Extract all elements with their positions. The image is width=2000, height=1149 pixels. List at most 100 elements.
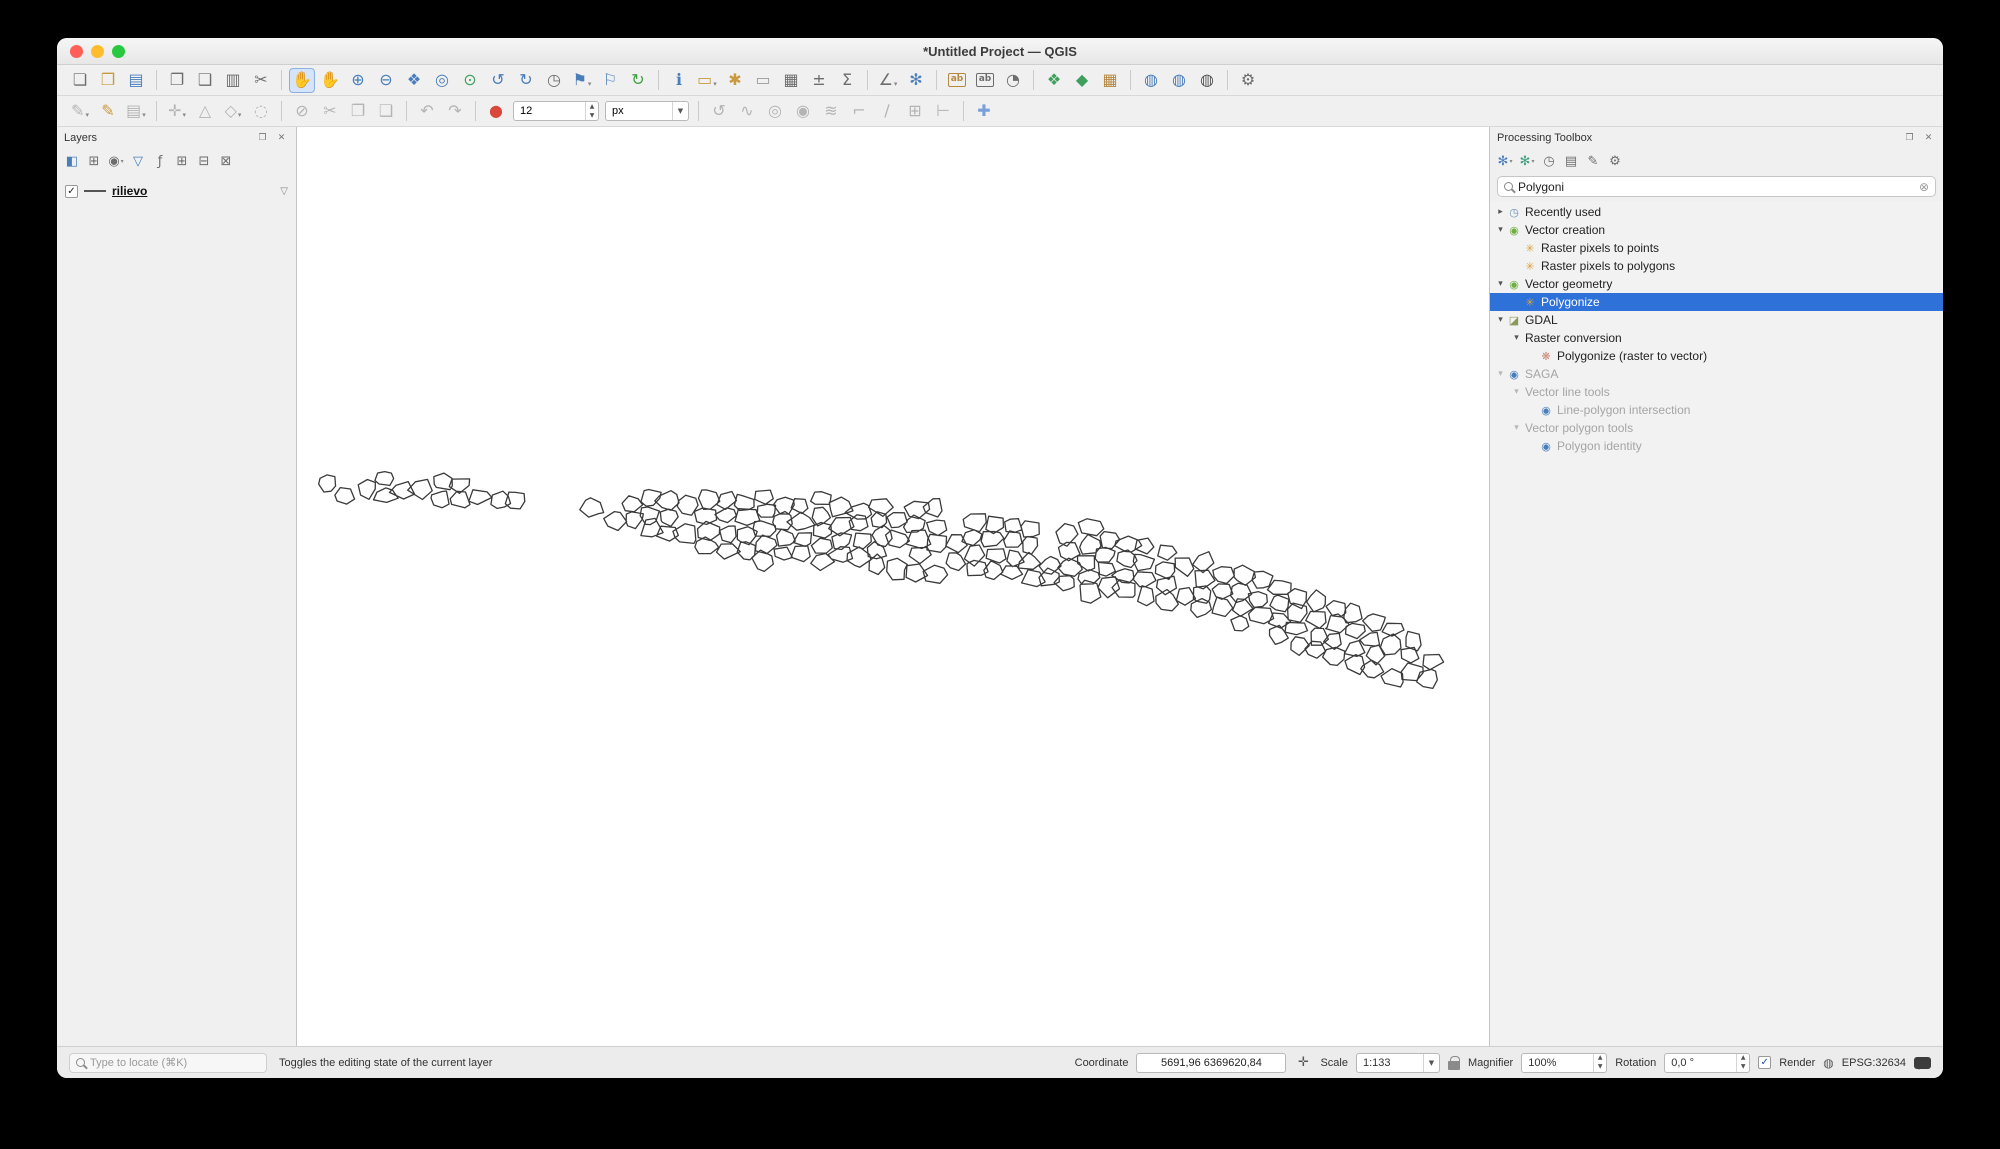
expander-down-icon[interactable]: ▾ <box>1495 279 1506 289</box>
add-polygon-feature[interactable]: △ <box>192 99 218 124</box>
offset-curve[interactable]: ≋ <box>818 99 844 124</box>
digitize-with-segment[interactable]: ✛▾ <box>164 99 190 124</box>
zoom-in[interactable]: ⊕ <box>345 68 371 93</box>
expander-down-icon[interactable]: ▾ <box>1495 225 1506 235</box>
tree-item-vector-geometry[interactable]: ▾◉Vector geometry <box>1490 275 1943 293</box>
expander-down-icon[interactable]: ▾ <box>1495 315 1506 325</box>
layer-filter-indicator-icon[interactable]: ▽ <box>280 186 288 197</box>
messages-bubble-icon[interactable] <box>1914 1057 1931 1069</box>
marker-color[interactable]: ● <box>483 99 509 124</box>
refresh-map[interactable]: ↻ <box>625 68 651 93</box>
save-project[interactable]: ▤ <box>123 68 149 93</box>
zoom-out[interactable]: ⊖ <box>373 68 399 93</box>
render-checkbox[interactable]: ✓ <box>1758 1056 1771 1069</box>
layer-name[interactable]: rilievo <box>112 184 147 198</box>
marker-unit[interactable]: px▼ <box>605 101 689 121</box>
save-layer-edits[interactable]: ▤▾ <box>123 99 149 124</box>
split-features[interactable]: ∕ <box>874 99 900 124</box>
identify-features[interactable]: ℹ <box>666 68 692 93</box>
tree-item-vector-line-tools[interactable]: ▾Vector line tools <box>1490 383 1943 401</box>
layer-row-rilievo[interactable]: ✓ rilievo ▽ <box>61 181 292 201</box>
open-project[interactable]: ❒ <box>95 68 121 93</box>
clear-search-icon[interactable]: ⊗ <box>1919 180 1929 194</box>
tree-item-raster-pixels-to-polygons[interactable]: ✳Raster pixels to polygons <box>1490 257 1943 275</box>
collapse-all[interactable]: ⊟ <box>194 151 214 171</box>
coordinate-field[interactable] <box>1136 1053 1286 1073</box>
manage-map-themes[interactable]: ◉▾ <box>106 151 126 171</box>
new-bookmark[interactable]: ⚑▾ <box>569 68 595 93</box>
trim-extend[interactable]: ⊢ <box>930 99 956 124</box>
tree-item-polygon-identity[interactable]: ◉Polygon identity <box>1490 437 1943 455</box>
zoom-next[interactable]: ↻ <box>513 68 539 93</box>
results-viewer[interactable]: ▤ <box>1561 151 1581 171</box>
minimize-window-button[interactable] <box>91 45 104 58</box>
web-services[interactable]: ◍ <box>1166 68 1192 93</box>
add-ring[interactable]: ◎ <box>762 99 788 124</box>
simplify-feature[interactable]: ∿ <box>734 99 760 124</box>
measure[interactable]: ∠▾ <box>875 68 901 93</box>
new-project[interactable]: ❏ <box>67 68 93 93</box>
processing-panel-close-button[interactable]: ✕ <box>1921 131 1936 146</box>
tree-item-recently-used[interactable]: ▸◷Recently used <box>1490 203 1943 221</box>
cut-features[interactable]: ✂ <box>317 99 343 124</box>
stepper-down-icon[interactable]: ▼ <box>586 111 598 120</box>
advanced-digitizing-panel[interactable]: ✚ <box>971 99 997 124</box>
rotate-feature[interactable]: ↺ <box>706 99 732 124</box>
undo[interactable]: ↶ <box>414 99 440 124</box>
processing-search-input[interactable]: Polygoni ⊗ <box>1497 176 1936 197</box>
vertex-tool[interactable]: ◇▾ <box>220 99 246 124</box>
layer-labeling[interactable]: ab <box>944 68 970 93</box>
marker-unit-dropdown-arrow-icon[interactable]: ▼ <box>672 102 688 120</box>
toggle-editing[interactable]: ✎ <box>95 99 121 124</box>
plugins[interactable]: ⚙ <box>1235 68 1261 93</box>
copy-features[interactable]: ❐ <box>345 99 371 124</box>
locate-search-field[interactable] <box>69 1053 267 1073</box>
merge-features[interactable]: ⊞ <box>902 99 928 124</box>
tree-item-saga[interactable]: ▾◉SAGA <box>1490 365 1943 383</box>
tree-item-vector-creation[interactable]: ▾◉Vector creation <box>1490 221 1943 239</box>
tree-item-polygonize-raster-to-vector[interactable]: ❋Polygonize (raster to vector) <box>1490 347 1943 365</box>
expander-right-icon[interactable]: ▸ <box>1495 207 1506 217</box>
tree-item-vector-polygon-tools[interactable]: ▾Vector polygon tools <box>1490 419 1943 437</box>
new-geopackage-layer[interactable]: ◆ <box>1069 68 1095 93</box>
remove-layer[interactable]: ⊠ <box>216 151 236 171</box>
magnifier-spinbox[interactable]: 100% ▲ ▼ <box>1521 1053 1607 1073</box>
edit-features-in-place[interactable]: ✎ <box>1583 151 1603 171</box>
current-edits[interactable]: ✎▾ <box>67 99 93 124</box>
layer-visibility-checkbox[interactable]: ✓ <box>65 185 78 198</box>
metasearch[interactable]: ◍ <box>1138 68 1164 93</box>
select-features[interactable]: ▭▾ <box>694 68 720 93</box>
zoom-to-selection[interactable]: ◎ <box>429 68 455 93</box>
expand-all[interactable]: ⊞ <box>172 151 192 171</box>
style-manager[interactable]: ✂ <box>248 68 274 93</box>
layout-manager[interactable]: ▥ <box>220 68 246 93</box>
tree-item-polygonize[interactable]: ✳Polygonize <box>1490 293 1943 311</box>
layer-diagram[interactable]: ab <box>972 68 998 93</box>
layers-panel-close-button[interactable]: ✕ <box>274 131 289 146</box>
expander-down-icon[interactable]: ▾ <box>1495 369 1506 379</box>
history[interactable]: ◷ <box>1539 151 1559 171</box>
redo[interactable]: ↷ <box>442 99 468 124</box>
pan-to-selection[interactable]: ✋ <box>317 68 343 93</box>
tree-item-raster-conversion[interactable]: ▾Raster conversion <box>1490 329 1943 347</box>
options[interactable]: ⚙ <box>1605 151 1625 171</box>
pan-map[interactable]: ✋ <box>289 68 315 93</box>
paste-features[interactable]: ❑ <box>373 99 399 124</box>
expander-down-icon[interactable]: ▾ <box>1511 423 1522 433</box>
expander-down-icon[interactable]: ▾ <box>1511 333 1522 343</box>
fill-ring[interactable]: ◉ <box>790 99 816 124</box>
scripts-menu[interactable]: ✻▾ <box>1517 151 1537 171</box>
rotation-steppers[interactable]: ▲ ▼ <box>1736 1054 1749 1072</box>
locate-input[interactable] <box>90 1057 260 1069</box>
delete-selected[interactable]: ⊘ <box>289 99 315 124</box>
zoom-last[interactable]: ↺ <box>485 68 511 93</box>
stepper-up-icon[interactable]: ▲ <box>1594 1054 1606 1063</box>
tree-item-gdal[interactable]: ▾◪GDAL <box>1490 311 1943 329</box>
map-tips[interactable]: ◔ <box>1000 68 1026 93</box>
processing-toolbox[interactable]: ✻ <box>903 68 929 93</box>
osm-search[interactable]: ◍ <box>1194 68 1220 93</box>
tree-item-raster-pixels-to-points[interactable]: ✳Raster pixels to points <box>1490 239 1943 257</box>
crs-value[interactable]: EPSG:32634 <box>1842 1057 1906 1069</box>
new-print-layout[interactable]: ❐ <box>164 68 190 93</box>
marker-size-steppers[interactable]: ▲▼ <box>585 102 598 120</box>
